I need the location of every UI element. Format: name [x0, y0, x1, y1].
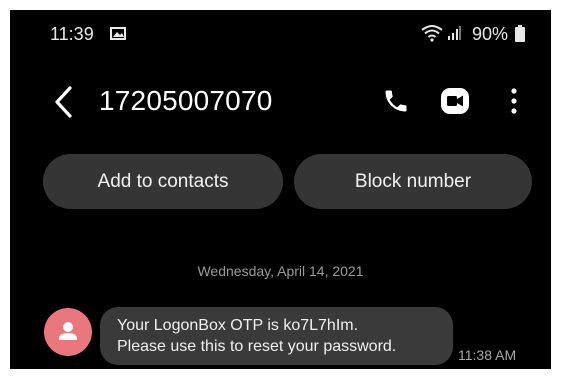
- message-text-line: Your LogonBox OTP is ko7L7hIm.: [117, 317, 359, 334]
- avatar[interactable]: [44, 308, 92, 356]
- status-bar: 11:39 90%: [10, 10, 551, 56]
- messages-screen: 11:39 90% 17205007070 Add to contacts Bl…: [10, 10, 551, 369]
- gallery-icon: [110, 27, 126, 40]
- contact-number: 17205007070: [99, 85, 273, 116]
- date-separator: Wednesday, April 14, 2021: [197, 263, 364, 279]
- person-icon: [59, 322, 77, 340]
- wifi-icon: [421, 25, 443, 42]
- video-call-icon[interactable]: [440, 87, 470, 115]
- phone-icon[interactable]: [382, 87, 410, 115]
- status-time: 11:39: [50, 24, 94, 44]
- more-vertical-icon[interactable]: [506, 86, 522, 116]
- back-arrow-icon[interactable]: [52, 85, 76, 119]
- message-bubble[interactable]: Your LogonBox OTP is ko7L7hIm. Please us…: [100, 307, 453, 365]
- message-text-line: Please use this to reset your password.: [117, 338, 397, 355]
- block-number-button[interactable]: Block number: [294, 154, 532, 209]
- signal-icon: [448, 26, 461, 40]
- battery-icon: [515, 25, 525, 42]
- message-timestamp: 11:38 AM: [458, 347, 517, 363]
- battery-percentage: 90%: [472, 24, 509, 44]
- add-to-contacts-button[interactable]: Add to contacts: [43, 154, 283, 209]
